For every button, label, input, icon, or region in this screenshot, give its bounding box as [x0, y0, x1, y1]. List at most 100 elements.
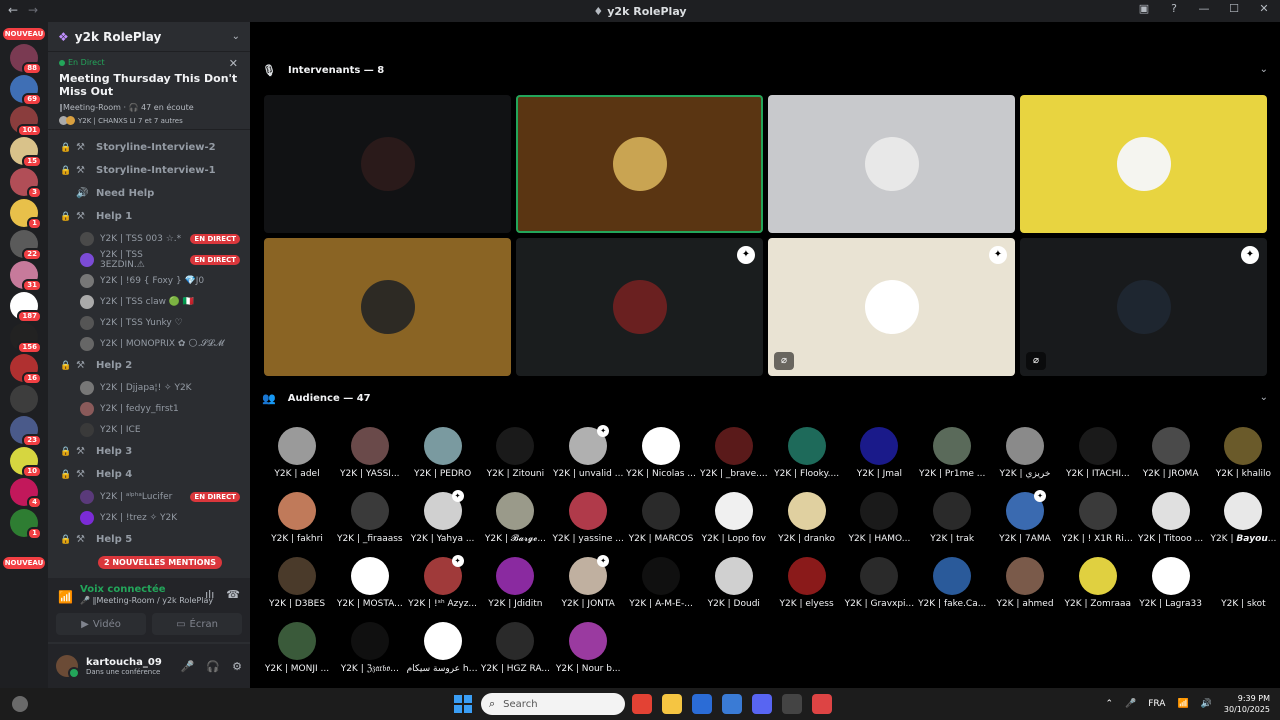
audience-member[interactable]: Y2K | Nicolas ...: [625, 427, 697, 479]
audience-member[interactable]: Y2K | Zitouni: [479, 427, 551, 479]
microphone-icon[interactable]: 🎤: [1125, 699, 1136, 709]
chevron-down-icon[interactable]: ⌄: [1260, 392, 1268, 403]
speaker-tile[interactable]: ✦ ⌀: [1020, 238, 1267, 376]
wifi-icon[interactable]: 📶: [1177, 699, 1188, 709]
audience-member[interactable]: Y2K | elyess: [771, 557, 843, 609]
file-explorer-icon[interactable]: [662, 694, 682, 714]
audience-member[interactable]: Y2K | JROMA: [1135, 427, 1207, 479]
live-event-card[interactable]: En Direct ✕ Meeting Thursday This Don't …: [48, 52, 250, 130]
maximize-button[interactable]: ☐: [1226, 2, 1242, 15]
audience-member[interactable]: Y2K | Zomraaa: [1062, 557, 1134, 609]
audience-member[interactable]: Y2K | dranko: [771, 492, 843, 544]
voice-user[interactable]: Y2K | TSS 3EZDIN.⚠ EN DIRECT: [48, 249, 250, 270]
audience-member[interactable]: Y2K | adel: [261, 427, 333, 479]
audience-member[interactable]: Y2K | fakhri: [261, 492, 333, 544]
signal-icon[interactable]: 📶: [58, 590, 73, 604]
chrome-app-icon[interactable]: [812, 694, 832, 714]
speaker-tile[interactable]: ✦ ⌀: [768, 238, 1015, 376]
server-icon[interactable]: 187: [10, 292, 42, 323]
voice-user[interactable]: Y2K | TSS 003 ☆.* EN DIRECT: [48, 228, 250, 249]
widgets-icon[interactable]: [12, 696, 28, 712]
channel-item[interactable]: 🔊 Need Help: [48, 182, 250, 205]
audience-member[interactable]: Y2K | _brave....: [698, 427, 770, 479]
inbox-icon[interactable]: ▣: [1136, 2, 1152, 15]
audience-member[interactable]: Y2K | Jdiditn: [479, 557, 551, 609]
channel-item[interactable]: 🔒 ⚒ Help 4: [48, 463, 250, 486]
chrome-icon[interactable]: [632, 694, 652, 714]
speakers-section-header[interactable]: 🎙 Intervenants — 8: [262, 64, 384, 77]
speaker-tile[interactable]: ✦: [516, 238, 763, 376]
audience-member[interactable]: ✦ Y2K | JONTA: [552, 555, 624, 609]
server-icon[interactable]: 16: [10, 354, 42, 385]
close-icon[interactable]: ✕: [229, 57, 238, 70]
audience-member[interactable]: Y2K | fake.Ca...: [916, 557, 988, 609]
discord-icon[interactable]: [752, 694, 772, 714]
speaker-tile[interactable]: [264, 95, 511, 233]
audience-member[interactable]: Y2K | Lagra33: [1135, 557, 1207, 609]
taskbar-search[interactable]: ⌕ Search: [481, 693, 625, 715]
speaker-tile[interactable]: [1020, 95, 1267, 233]
audience-member[interactable]: Y2K | MARCOS: [625, 492, 697, 544]
audience-member[interactable]: Y2K | Nour b...: [552, 622, 624, 674]
server-icon[interactable]: 88: [10, 44, 42, 75]
voice-user[interactable]: Y2K | TSS claw 🟢 🇮🇹: [48, 291, 250, 312]
mail-icon[interactable]: [722, 694, 742, 714]
speaker-tile[interactable]: [264, 238, 511, 376]
voice-user[interactable]: Y2K | MONOPRIX ✿ 🌕.𝓢𝓛𝓜: [48, 333, 250, 354]
audience-member[interactable]: Y2K | 𝓑𝓪𝓻𝓰𝓮...: [479, 492, 551, 544]
audience-member[interactable]: Y2K | Jmal: [843, 427, 915, 479]
audience-member[interactable]: Y2K | ℨ𝔷𝔞𝔯𝔟𝔬...: [334, 622, 406, 674]
start-button[interactable]: [454, 695, 472, 713]
voice-user[interactable]: Y2K | ᵃˡᵖʰᵃLucifer EN DIRECT: [48, 486, 250, 507]
voice-user[interactable]: Y2K | ICE: [48, 419, 250, 440]
chevron-down-icon[interactable]: ⌄: [1260, 64, 1268, 75]
server-icon[interactable]: 10: [10, 447, 42, 478]
speaker-tile[interactable]: [768, 95, 1015, 233]
audience-member[interactable]: ✦ Y2K | unvalid ...: [552, 425, 624, 479]
audience-member[interactable]: Y2K | _firaaass: [334, 492, 406, 544]
audience-member[interactable]: Y2K | PEDRO: [407, 427, 479, 479]
voice-user[interactable]: Y2K | !69 { Foxy } 💎J0: [48, 270, 250, 291]
user-info[interactable]: kartoucha_09 Dans une conférence: [86, 657, 169, 676]
server-icon[interactable]: 1: [10, 199, 42, 230]
audience-member[interactable]: Y2K | yassine ...: [552, 492, 624, 544]
steam-icon[interactable]: [782, 694, 802, 714]
gear-icon[interactable]: ⚙: [232, 660, 242, 673]
guild-header[interactable]: ❖ y2k RolePlay ⌄: [48, 22, 250, 52]
server-icon[interactable]: 23: [10, 416, 42, 447]
audience-member[interactable]: Y2K | YASSI...: [334, 427, 406, 479]
audience-member[interactable]: Y2K | Gravxpi...: [843, 557, 915, 609]
disconnect-icon[interactable]: ☎: [226, 588, 240, 601]
clock[interactable]: 9:39 PM 30/10/2025: [1224, 693, 1270, 715]
server-icon[interactable]: 1: [10, 509, 42, 540]
audience-member[interactable]: Y2K | خريزي: [989, 427, 1061, 479]
channel-item[interactable]: 🔒 ⚒ Help 1: [48, 205, 250, 228]
server-icon[interactable]: 31: [10, 261, 42, 292]
audience-member[interactable]: Y2K | A-M-E-...: [625, 557, 697, 609]
noise-suppression-icon[interactable]: ılı: [205, 588, 214, 601]
audience-member[interactable]: Y2K | khalilo: [1207, 427, 1279, 479]
minimize-button[interactable]: —: [1196, 2, 1212, 15]
channel-item[interactable]: 🔒 ⚒ Help 2: [48, 354, 250, 377]
audience-member[interactable]: Y2K | D3BES: [261, 557, 333, 609]
volume-icon[interactable]: 🔊: [1201, 699, 1212, 709]
server-icon[interactable]: 15: [10, 137, 42, 168]
audience-member[interactable]: عروسة سيكام hsn...: [407, 622, 479, 674]
server-icon[interactable]: 4: [10, 478, 42, 509]
audience-member[interactable]: Y2K | Pr1me ...: [916, 427, 988, 479]
channel-item[interactable]: 🔒 ⚒ Help 3: [48, 440, 250, 463]
server-icon[interactable]: 22: [10, 230, 42, 261]
voice-user[interactable]: Y2K | TSS Yunky ♡: [48, 312, 250, 333]
screen-share-button[interactable]: ▭ Écran: [152, 613, 242, 635]
new-mentions-pill[interactable]: 2 NOUVELLES MENTIONS: [98, 556, 223, 569]
store-icon[interactable]: [692, 694, 712, 714]
chevron-down-icon[interactable]: ⌄: [232, 31, 240, 42]
audience-member[interactable]: Y2K | Flooky....: [771, 427, 843, 479]
server-icon[interactable]: 156: [10, 323, 42, 354]
audience-member[interactable]: Y2K | ! X1R Rico: [1062, 492, 1134, 544]
audience-member[interactable]: Y2K | Titooo ...: [1135, 492, 1207, 544]
audience-member[interactable]: Y2K | MOSTA...: [334, 557, 406, 609]
audience-member[interactable]: ✦ Y2K | !ˢʰ Azyz...: [407, 555, 479, 609]
microphone-icon[interactable]: 🎤: [181, 660, 195, 673]
audience-member[interactable]: Y2K | Doudi: [698, 557, 770, 609]
